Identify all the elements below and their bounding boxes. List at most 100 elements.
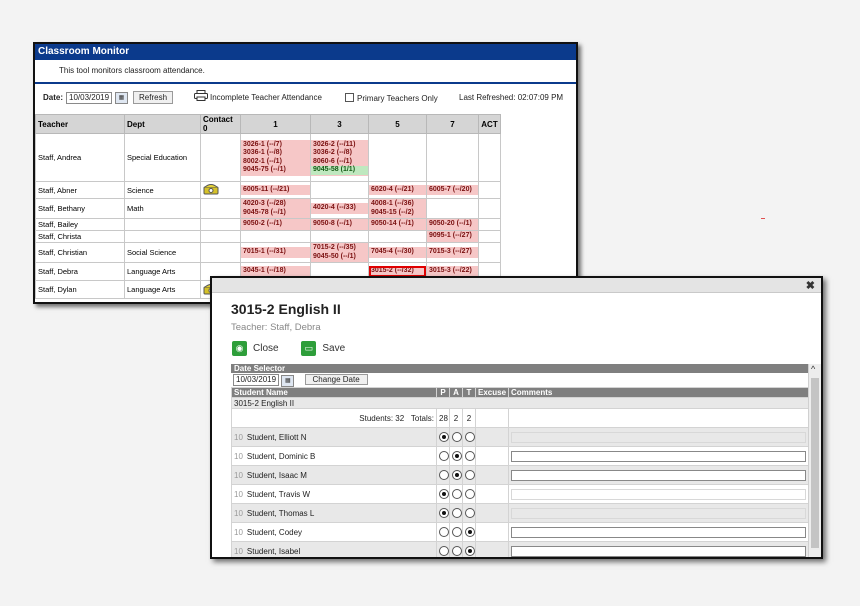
comment-input[interactable] xyxy=(511,507,806,519)
present-radio[interactable] xyxy=(439,489,449,499)
teacher-name[interactable]: Staff, Debra xyxy=(35,262,125,281)
teacher-name[interactable]: Staff, Dylan xyxy=(35,280,125,299)
section-link[interactable]: 3045-1 (--/18) xyxy=(243,267,308,276)
refresh-button[interactable]: Refresh xyxy=(133,91,174,104)
comment-input[interactable] xyxy=(511,488,806,500)
comment-input[interactable] xyxy=(511,526,806,538)
student-cell[interactable]: 10 Student, Isabel xyxy=(231,541,437,557)
teacher-name[interactable]: Staff, Bethany xyxy=(35,198,125,219)
present-radio[interactable] xyxy=(439,451,449,461)
excuse-cell[interactable] xyxy=(475,541,509,557)
section-link[interactable]: 9050-8 (--/1) xyxy=(313,220,366,229)
course-section[interactable]: 9050-20 (--/1) xyxy=(427,219,478,230)
contact-cell[interactable] xyxy=(200,181,241,199)
student-name[interactable]: Student, Thomas L xyxy=(247,509,314,518)
student-cell[interactable]: 10 Student, Codey xyxy=(231,522,437,542)
tardy-radio[interactable] xyxy=(465,470,475,480)
vertical-scrollbar[interactable]: ^ xyxy=(808,364,821,557)
teacher-name[interactable]: Staff, Bailey xyxy=(35,218,125,231)
student-name[interactable]: Student, Travis W xyxy=(247,490,310,499)
course-section[interactable]: 9050-14 (--/1) xyxy=(369,219,426,230)
section-link[interactable]: 9045-75 (--/1) xyxy=(243,166,308,175)
section-link[interactable]: 6005-11 (--/21) xyxy=(243,186,308,195)
course-section[interactable]: 3026-1 (--/7) 3036-1 (--/8) 8002-1 (--/1) 9… xyxy=(241,139,310,176)
absent-radio[interactable] xyxy=(452,451,462,461)
section-link[interactable]: 9045-15 (--/2) xyxy=(371,209,424,218)
tardy-radio[interactable] xyxy=(465,546,475,556)
comment-input[interactable] xyxy=(511,545,806,557)
close-button[interactable]: ◉ Close xyxy=(232,341,279,356)
section-link[interactable]: 3026-1 (--/7) xyxy=(243,141,308,150)
section-link[interactable]: 3015-3 (--/22) xyxy=(429,267,476,276)
section-link[interactable]: 8002-1 (--/1) xyxy=(243,158,308,167)
phone-icon[interactable] xyxy=(203,184,219,197)
student-name[interactable]: Student, Dominic B xyxy=(247,452,315,461)
present-radio[interactable] xyxy=(439,432,449,442)
section-link[interactable]: 3026-2 (--/11) xyxy=(313,141,366,150)
section-link[interactable]: 9050-2 (--/1) xyxy=(243,220,308,229)
section-link[interactable]: 9045-50 (--/1) xyxy=(313,253,366,262)
comment-input[interactable] xyxy=(511,450,806,462)
section-link-complete[interactable]: 9045-58 (1/1) xyxy=(311,166,368,175)
section-link[interactable]: 4020-4 (--/33) xyxy=(313,204,366,213)
section-link[interactable]: 3015-2 (--/32) xyxy=(371,267,424,276)
primary-teachers-checkbox[interactable]: Primary Teachers Only xyxy=(345,93,438,103)
section-link[interactable]: 9050-14 (--/1) xyxy=(371,220,424,229)
course-section[interactable]: 7015-2 (--/35) 9045-50 (--/1) xyxy=(311,243,368,262)
section-link[interactable]: 6020-4 (--/21) xyxy=(371,186,424,195)
student-name[interactable]: Student, Isaac M xyxy=(247,471,307,480)
tardy-radio[interactable] xyxy=(465,508,475,518)
absent-radio[interactable] xyxy=(452,432,462,442)
tardy-radio[interactable] xyxy=(465,489,475,499)
course-section[interactable]: 4020-4 (--/33) xyxy=(311,203,368,214)
calendar-icon[interactable]: ▦ xyxy=(281,375,295,387)
section-link[interactable]: 9095-1 (--/27) xyxy=(429,232,476,241)
present-radio[interactable] xyxy=(439,470,449,480)
student-name[interactable]: Student, Isabel xyxy=(247,547,300,556)
student-cell[interactable]: 10 Student, Dominic B xyxy=(231,446,437,466)
calendar-icon[interactable]: ▦ xyxy=(115,92,128,104)
absent-radio[interactable] xyxy=(452,546,462,556)
save-button[interactable]: ▭ Save xyxy=(301,341,345,356)
scroll-up-icon[interactable]: ^ xyxy=(811,364,815,374)
student-name[interactable]: Student, Elliott N xyxy=(247,433,307,442)
present-radio[interactable] xyxy=(439,527,449,537)
section-link[interactable]: 4008-1 (--/36) xyxy=(371,200,424,209)
excuse-cell[interactable] xyxy=(475,427,509,447)
course-section[interactable]: 3026-2 (--/11) 3036-2 (--/8) 8060-6 (--/1)… xyxy=(311,139,368,176)
section-link[interactable]: 7015-2 (--/35) xyxy=(313,244,366,253)
student-cell[interactable]: 10 Student, Thomas L xyxy=(231,503,437,523)
comment-input[interactable] xyxy=(511,469,806,481)
student-cell[interactable]: 10 Student, Isaac M xyxy=(231,465,437,485)
present-radio[interactable] xyxy=(439,546,449,556)
section-link[interactable]: 9050-20 (--/1) xyxy=(429,220,476,229)
section-link[interactable]: 6005-7 (--/20) xyxy=(429,186,476,195)
tardy-radio[interactable] xyxy=(465,527,475,537)
section-link[interactable]: 7015-1 (--/31) xyxy=(243,248,308,257)
course-section[interactable]: 7045-4 (--/30) xyxy=(369,247,426,258)
change-date-button[interactable]: Change Date xyxy=(304,374,368,385)
section-link[interactable]: 7045-4 (--/30) xyxy=(371,248,424,257)
absent-radio[interactable] xyxy=(452,470,462,480)
excuse-cell[interactable] xyxy=(475,522,509,542)
date-input[interactable]: 10/03/2019 xyxy=(66,92,113,104)
student-cell[interactable]: 10 Student, Travis W xyxy=(231,484,437,504)
absent-radio[interactable] xyxy=(452,527,462,537)
absent-radio[interactable] xyxy=(452,489,462,499)
course-section[interactable]: 9050-8 (--/1) xyxy=(311,219,368,230)
teacher-name[interactable]: Staff, Christian xyxy=(35,242,125,263)
incomplete-attendance-link[interactable]: Incomplete Teacher Attendance xyxy=(210,93,322,102)
scrollbar-thumb[interactable] xyxy=(811,378,819,548)
course-section[interactable]: 6005-11 (--/21) xyxy=(241,184,310,196)
student-cell[interactable]: 10 Student, Elliott N xyxy=(231,427,437,447)
absent-radio[interactable] xyxy=(452,508,462,518)
checkbox-icon[interactable] xyxy=(345,93,354,102)
course-section[interactable]: 6020-4 (--/21) xyxy=(369,184,426,196)
course-section[interactable]: 4020-3 (--/28) 9045-78 (--/1) xyxy=(241,199,310,218)
section-link[interactable]: 3036-2 (--/8) xyxy=(313,149,366,158)
printer-icon[interactable] xyxy=(194,90,208,101)
course-section[interactable]: 7015-3 (--/27) xyxy=(427,247,478,258)
comment-input[interactable] xyxy=(511,431,806,443)
excuse-cell[interactable] xyxy=(475,503,509,523)
teacher-name[interactable]: Staff, Andrea xyxy=(35,133,125,182)
